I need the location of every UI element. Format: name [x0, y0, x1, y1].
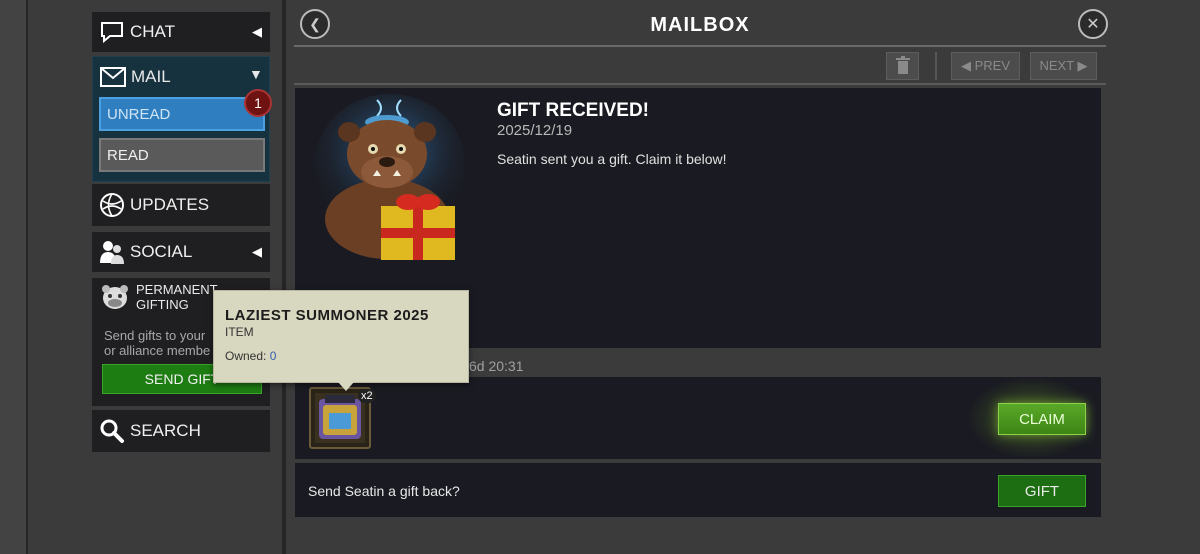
sidebar-item-label: CHAT: [130, 22, 176, 41]
trash-icon: [895, 55, 910, 77]
gift-button[interactable]: GIFT: [998, 475, 1086, 507]
chat-bubble-icon: [98, 18, 126, 46]
mail-section: MAIL ▼ UNREAD READ: [92, 56, 270, 182]
gifting-title-line2: GIFTING: [136, 297, 189, 312]
page-title: MAILBOX: [650, 14, 750, 36]
collapse-left-icon: ◀: [252, 244, 262, 259]
read-button[interactable]: READ: [99, 138, 265, 172]
people-icon: [98, 238, 126, 266]
claim-button[interactable]: CLAIM: [998, 403, 1086, 435]
gift-back-panel: Send Seatin a gift back? GIFT: [295, 463, 1101, 517]
delete-button[interactable]: [886, 52, 919, 80]
gifting-title: PERMANENT GIFTING: [136, 282, 218, 312]
toolbar-separator: [935, 52, 937, 80]
unread-count-badge: 1: [244, 89, 272, 117]
owned-label: Owned:: [225, 349, 270, 363]
collapse-left-icon: ◀: [252, 24, 262, 39]
gift-back-prompt: Send Seatin a gift back?: [308, 483, 460, 499]
sidebar-item-label: MAIL: [131, 67, 171, 86]
rewards-panel: x2 CLAIM: [295, 377, 1101, 459]
sidebar-item-mail[interactable]: MAIL ▼: [99, 63, 263, 91]
unread-button[interactable]: UNREAD: [99, 97, 265, 131]
mailbox-header: ❮ MAILBOX ✕: [294, 0, 1108, 48]
tooltip-title: LAZIEST SUMMONER 2025: [225, 307, 429, 324]
item-tooltip: LAZIEST SUMMONER 2025 ITEM Owned: 0: [213, 290, 469, 391]
sidebar-item-chat[interactable]: CHAT ◀: [92, 12, 270, 52]
envelope-icon: [99, 63, 127, 91]
magnifier-icon: [98, 417, 126, 445]
message-date: 2025/12/19: [497, 122, 573, 139]
tooltip-pointer: [338, 382, 354, 391]
sidebar-item-search[interactable]: SEARCH: [92, 410, 270, 452]
gifting-title-line1: PERMANENT: [136, 282, 218, 297]
sidebar-item-label: UPDATES: [130, 195, 210, 214]
sidebar-divider: [282, 0, 286, 554]
toolbar-divider: [294, 83, 1106, 85]
expiration-timer: 6d 20:31: [469, 358, 524, 374]
sidebar-item-social[interactable]: SOCIAL ◀: [92, 232, 270, 272]
left-strip: [0, 0, 28, 554]
reward-quantity: x2: [358, 389, 376, 403]
sidebar-item-label: SOCIAL: [130, 242, 193, 261]
sidebar-item-label: SEARCH: [130, 421, 201, 440]
close-icon: ✕: [1086, 16, 1100, 33]
owned-value: 0: [269, 349, 277, 363]
message-body: Seatin sent you a gift. Claim it below!: [497, 151, 727, 167]
sidebar-item-updates[interactable]: UPDATES: [92, 184, 270, 226]
bulldog-gift-image: [315, 94, 475, 264]
close-button[interactable]: ✕: [1078, 9, 1108, 39]
expanded-down-icon: ▼: [249, 66, 263, 82]
header-divider: [294, 45, 1106, 47]
globe-icon: [98, 191, 126, 219]
bulldog-icon: [100, 282, 130, 317]
tooltip-type: ITEM: [225, 325, 254, 339]
tooltip-owned: Owned: 0: [225, 349, 276, 363]
prev-button[interactable]: ◀ PREV: [951, 52, 1020, 80]
next-button[interactable]: NEXT ▶: [1030, 52, 1097, 80]
message-title: GIFT RECEIVED!: [497, 100, 650, 121]
